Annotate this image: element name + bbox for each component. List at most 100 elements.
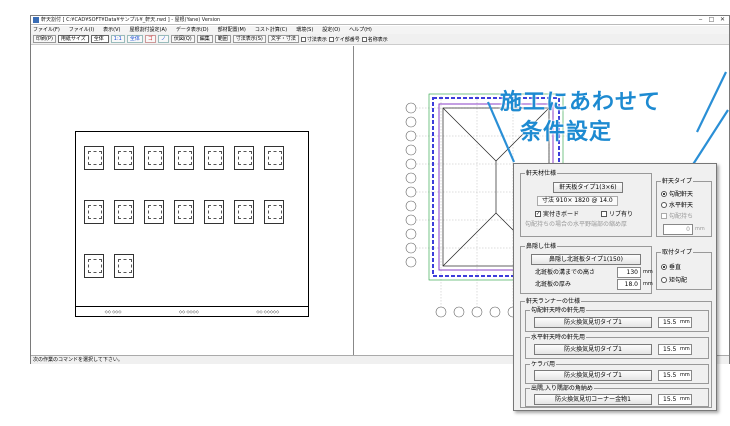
mount-type-group: 取付タイプ 垂直 矩勾配	[656, 249, 712, 290]
checkbox-icon	[361, 36, 367, 42]
runner-row-label: 勾配軒天時の軒先用	[530, 307, 587, 314]
fascia-groove-field[interactable]: 130	[617, 267, 641, 278]
radio-sloped-eaves[interactable]: 勾配軒天	[661, 189, 693, 198]
title-bar: 軒天割付 [ C:¥CAD¥SOFT¥Data¥サンプル¥_軒天.rwd ] -…	[31, 16, 729, 25]
slope-value-field[interactable]: 0	[663, 224, 693, 235]
grid-bubble	[453, 306, 465, 318]
grid-bubble	[405, 158, 417, 170]
page-size-select[interactable]: 用紙サイズ	[57, 35, 89, 43]
drawing-sheet: ◇◇ ◇◇◇ ◇◇ ◇◇◇◇ ◇◇ ◇◇◇◇◇	[75, 131, 309, 317]
menu-bar: ファイル(F) ファイル(I) 表示(V) 屋根割付設定(A) データ表示(D)…	[31, 26, 729, 34]
callout-line-2: 条件設定	[520, 120, 613, 145]
grid-bubble	[405, 130, 417, 142]
window-title: 軒天割付 [ C:¥CAD¥SOFT¥Data¥サンプル¥_軒天.rwd ] -…	[41, 17, 221, 23]
name-display-toggle[interactable]: 名称表示	[361, 36, 388, 43]
radio-square-slope[interactable]: 矩勾配	[661, 275, 687, 284]
menu-item[interactable]: 表示(V)	[103, 26, 120, 34]
grid-bubble	[405, 228, 417, 240]
eaves-settings-dialog: 軒天材仕様 軒天板タイプ1(3×6) 寸法 910× 1820 @ 14.0 ✓…	[513, 163, 717, 411]
rib-checkbox[interactable]: リブ有り	[601, 209, 633, 218]
scale-select[interactable]: 全体	[90, 35, 109, 43]
dimension-toggle[interactable]: 寸法表示	[300, 36, 327, 43]
radio-flat-eaves[interactable]: 水平軒天	[661, 200, 693, 209]
board-type-button[interactable]: 軒天板タイプ1(3×6)	[553, 182, 623, 193]
grid-bubble	[405, 214, 417, 226]
panel-drawing	[144, 146, 164, 170]
fit-all-button[interactable]: 全体	[126, 35, 143, 43]
panel-drawing	[114, 200, 134, 224]
slope-hold-checkbox[interactable]: 勾配持ち	[661, 211, 693, 220]
runner-row-label: 出隅,入り隅部の角納め	[530, 385, 594, 392]
panel-drawing	[204, 146, 224, 170]
toolbar: 印刷(P) 用紙サイズ 全体 1:1 全体 ゴ ノ 伏図(Q) 編集 範囲 寸法…	[31, 34, 729, 45]
panel-drawing	[264, 146, 284, 170]
slope-note-label: 勾配持ちの場合の水平野端部の縮め厚	[525, 221, 628, 228]
menu-item[interactable]: ヘルプ(H)	[349, 26, 372, 34]
runner-row: 出隅,入り隅部の角納め 防火換気見切コーナー金物1 15.5 mm	[525, 385, 709, 407]
range-button[interactable]: 範囲	[214, 35, 231, 43]
runner-row-label: ケラバ用	[530, 361, 556, 368]
menu-item[interactable]: コスト計算(C)	[255, 26, 287, 34]
panel-drawing	[234, 200, 254, 224]
maximize-icon[interactable]: □	[707, 16, 716, 24]
panel-drawing	[174, 146, 194, 170]
radio-icon	[661, 263, 667, 270]
tool-no-button[interactable]: ノ	[157, 35, 169, 43]
grid-bubble	[405, 172, 417, 184]
runner-unit: mm	[680, 319, 690, 325]
grid-bubble	[471, 306, 483, 318]
panel-drawing	[264, 200, 284, 224]
group-title: 鼻隠し仕様	[525, 243, 558, 250]
checkbox-icon	[328, 36, 334, 42]
menu-item[interactable]: 屋根割付設定(A)	[130, 26, 167, 34]
dimension-button[interactable]: 寸法表示(S)	[232, 35, 266, 43]
fascia-groove-unit: mm	[643, 269, 653, 275]
group-title: 軒天ランナーの仕様	[525, 298, 582, 305]
grid-bubble	[405, 256, 417, 268]
sheet-footer: ◇◇ ◇◇◇ ◇◇ ◇◇◇◇ ◇◇ ◇◇◇◇◇	[76, 306, 308, 316]
group-title: 軒天タイプ	[661, 178, 694, 185]
grid-bubble	[405, 186, 417, 198]
minimize-icon[interactable]: ‒	[696, 16, 705, 24]
group-title: 取付タイプ	[661, 249, 694, 256]
edit-button[interactable]: 編集	[196, 35, 213, 43]
fascia-thickness-unit: mm	[643, 281, 653, 287]
checkbox-icon	[300, 36, 306, 42]
menu-item[interactable]: ファイル(I)	[69, 26, 94, 34]
menu-item[interactable]: 環境(S)	[296, 26, 313, 34]
runner-type-button[interactable]: 防火換気見切タイプ1	[534, 370, 652, 381]
fascia-thickness-field[interactable]: 18.0	[617, 279, 641, 290]
runner-type-button[interactable]: 防火換気見切タイプ1	[534, 317, 652, 328]
checkbox-icon: ✓	[535, 210, 541, 217]
menu-item[interactable]: 部材配置(M)	[218, 26, 246, 34]
menu-item[interactable]: 設定(O)	[322, 26, 340, 34]
layout-canvas[interactable]: ◇◇ ◇◇◇ ◇◇ ◇◇◇◇ ◇◇ ◇◇◇◇◇	[31, 46, 354, 355]
grid-bubble	[435, 306, 447, 318]
fascia-type-button[interactable]: 鼻隠し北斑板タイプ1(150)	[531, 254, 641, 265]
close-icon[interactable]: ✕	[718, 16, 727, 24]
fascia-spec-group: 鼻隠し仕様 鼻隠し北斑板タイプ1(150) 北斑板の溝までの高さ 130 mm …	[520, 243, 653, 294]
runner-row: 水平軒天時の軒先用 防火換気見切タイプ1 15.5 mm	[525, 334, 709, 359]
grid-bubble	[405, 116, 417, 128]
panel-drawing	[84, 254, 104, 278]
runner-type-button[interactable]: 防火換気見切コーナー金物1	[534, 394, 652, 405]
grid-bubble	[405, 242, 417, 254]
tongue-groove-checkbox[interactable]: ✓ 実付きボード	[535, 209, 579, 218]
text-dimension-button[interactable]: 文字・寸法	[267, 35, 299, 43]
runner-row: ケラバ用 防火換気見切タイプ1 15.5 mm	[525, 361, 709, 384]
radio-icon	[661, 276, 667, 283]
runner-unit: mm	[680, 396, 690, 402]
grid-bubble	[405, 102, 417, 114]
radio-vertical[interactable]: 垂直	[661, 262, 681, 271]
fascia-groove-label: 北斑板の溝までの高さ	[535, 269, 596, 276]
menu-item[interactable]: データ表示(D)	[176, 26, 209, 34]
tool-go-button[interactable]: ゴ	[144, 35, 156, 43]
plan-view-button[interactable]: 伏図(Q)	[170, 35, 195, 43]
part-number-toggle[interactable]: ケイ部番号	[328, 36, 360, 43]
print-button[interactable]: 印刷(P)	[33, 35, 56, 43]
menu-item[interactable]: ファイル(F)	[33, 26, 60, 34]
scale-1to1-button[interactable]: 1:1	[110, 35, 125, 43]
eaves-spec-group: 軒天材仕様 軒天板タイプ1(3×6) 寸法 910× 1820 @ 14.0 ✓…	[520, 170, 652, 237]
panel-drawing	[144, 200, 164, 224]
runner-type-button[interactable]: 防火換気見切タイプ1	[534, 344, 652, 355]
